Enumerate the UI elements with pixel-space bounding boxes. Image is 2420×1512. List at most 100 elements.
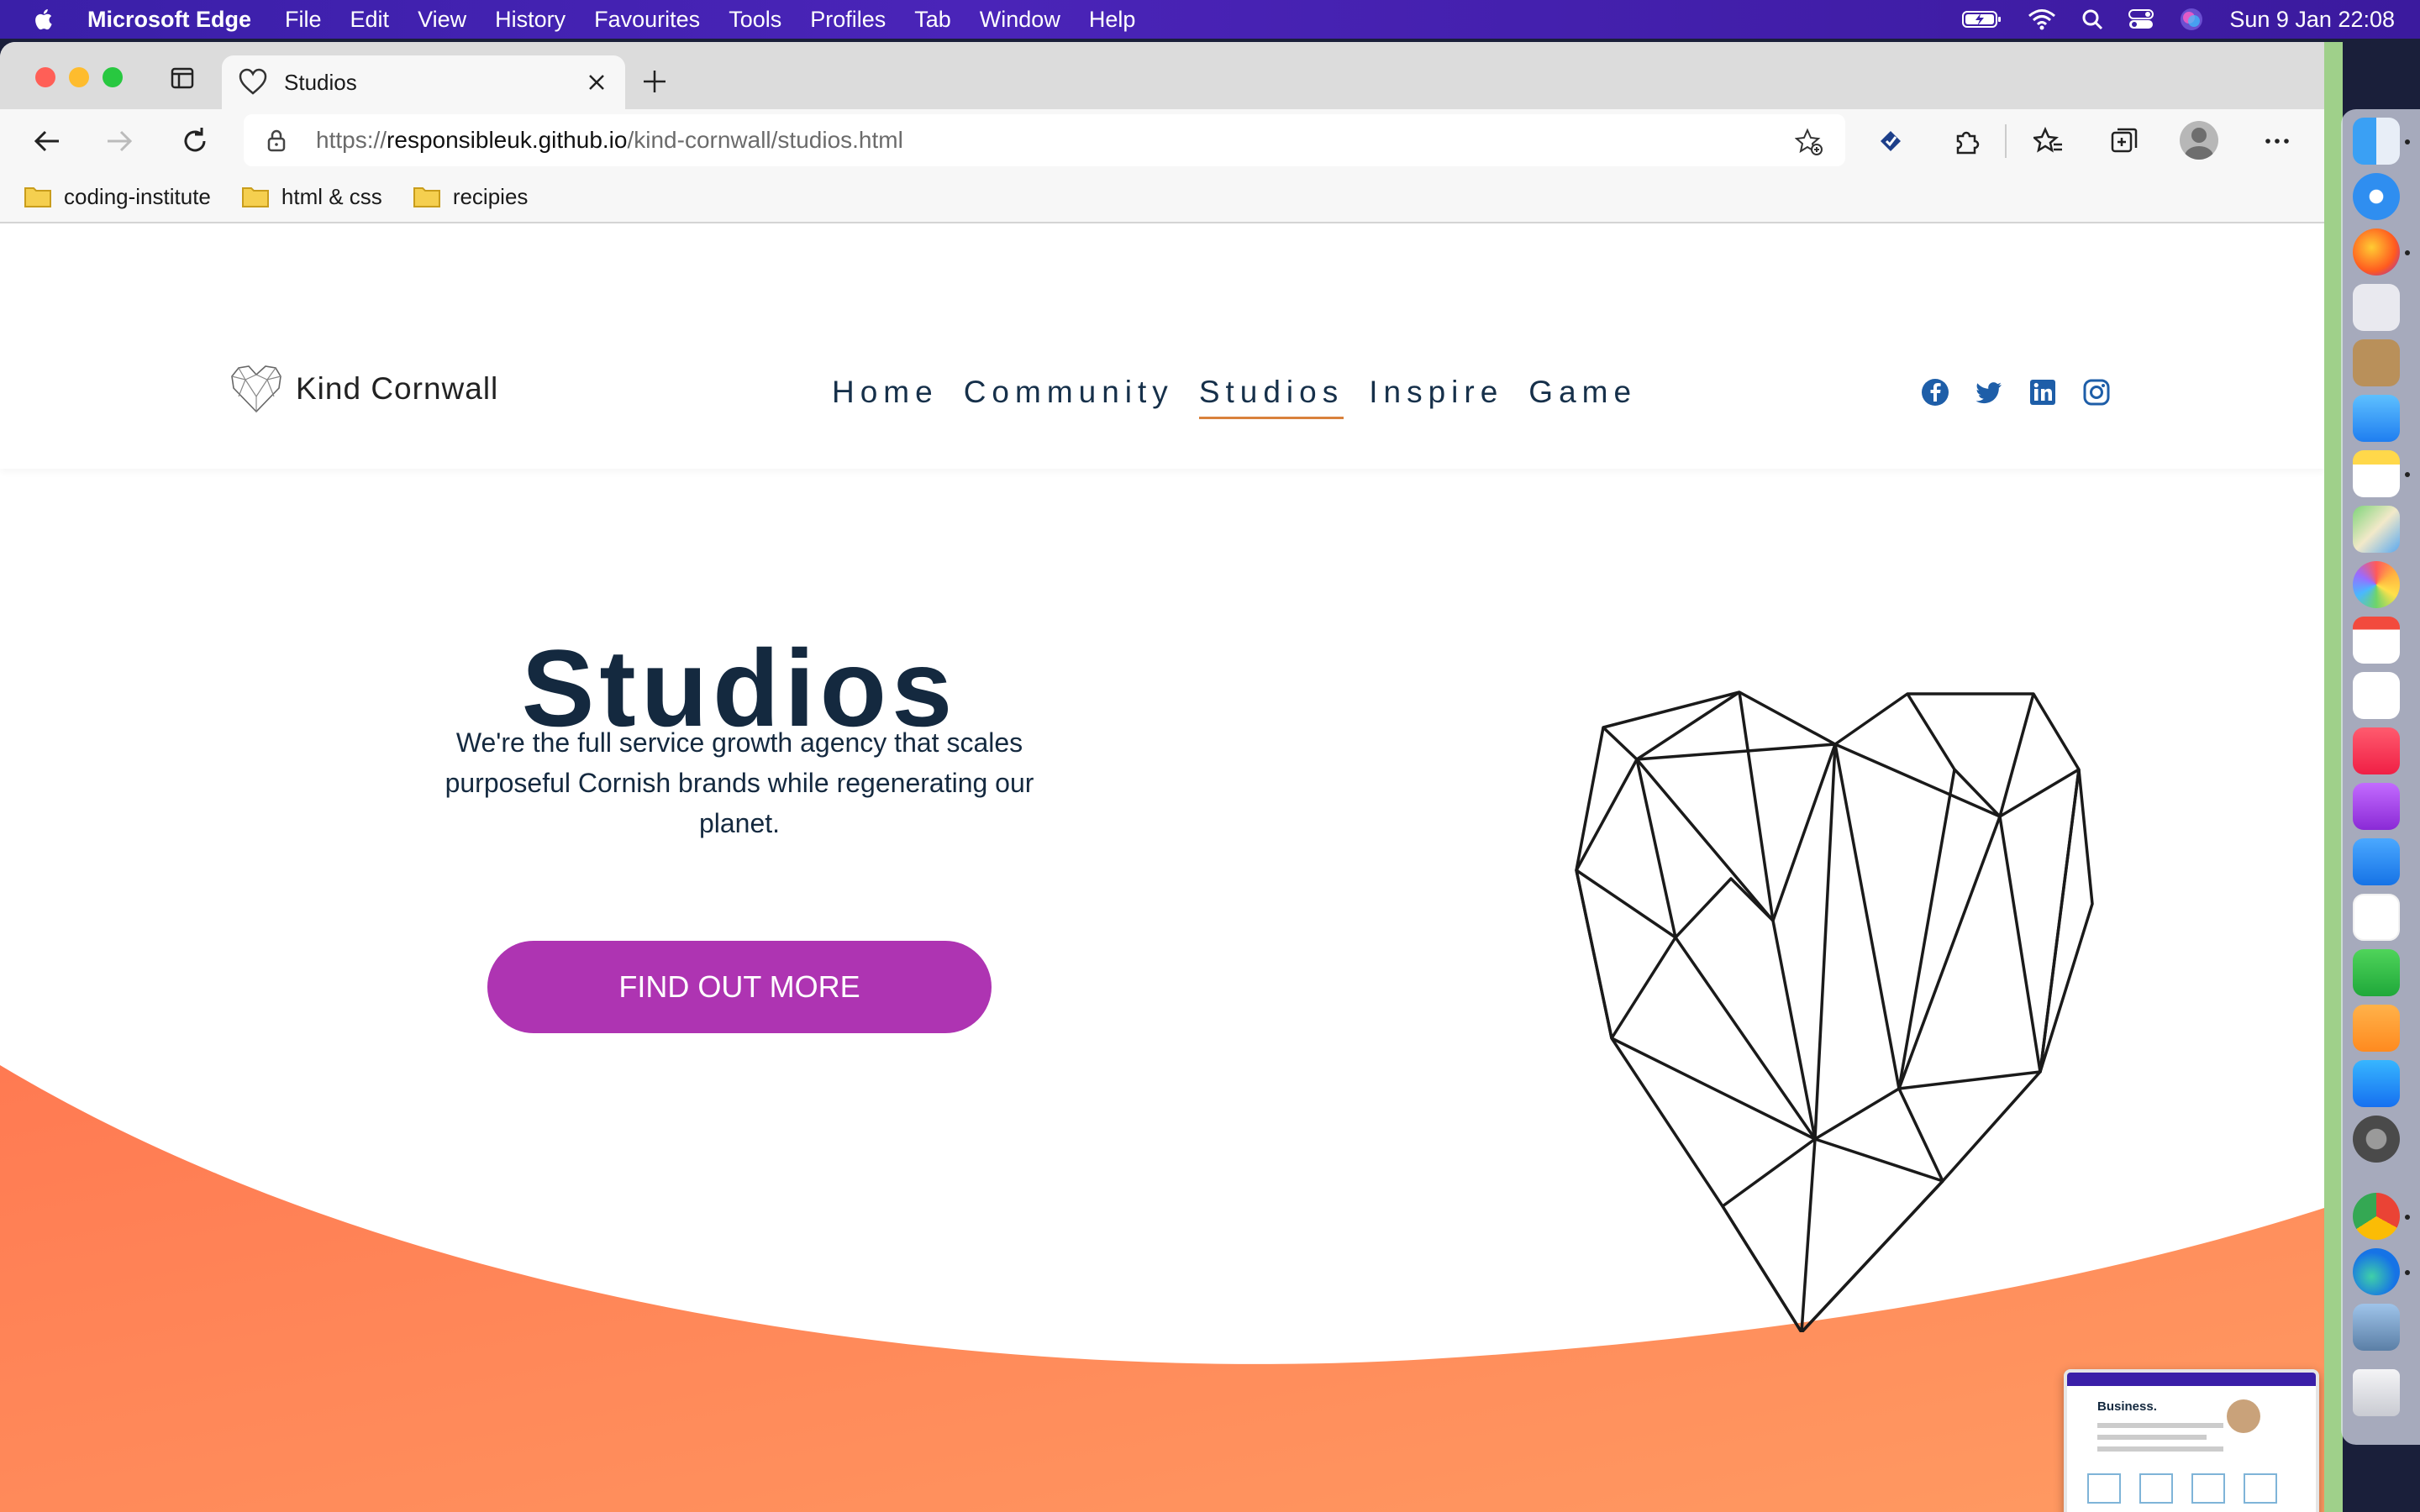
control-center-icon[interactable] — [2128, 8, 2154, 30]
close-tab-icon[interactable] — [585, 71, 608, 94]
news-icon[interactable] — [2353, 894, 2400, 941]
bookmark-label: coding-institute — [64, 183, 211, 209]
nav-studios[interactable]: Studios — [1198, 375, 1344, 419]
thumbnail-text-line — [2097, 1423, 2223, 1428]
browser-window: Studios https://responsibleuk.github.io/… — [0, 42, 2324, 1512]
find-out-more-button[interactable]: FIND OUT MORE — [487, 941, 992, 1033]
preview-icon[interactable] — [2353, 1304, 2400, 1351]
logo-text: Kind Cornwall — [296, 371, 499, 406]
background-window-edge — [2324, 42, 2343, 1512]
twitter-icon[interactable] — [1975, 378, 2003, 407]
numbers-icon[interactable] — [2353, 949, 2400, 996]
reload-icon[interactable] — [180, 126, 210, 156]
linkedin-icon[interactable] — [2028, 378, 2057, 407]
menu-history[interactable]: History — [495, 7, 566, 33]
menu-favourites[interactable]: Favourites — [594, 7, 700, 33]
running-indicator — [2405, 1215, 2410, 1220]
thumbnail-card — [2087, 1473, 2121, 1504]
system-preferences-icon[interactable] — [2353, 1116, 2400, 1163]
favourites-icon[interactable] — [2033, 126, 2064, 156]
folder-icon — [241, 187, 269, 207]
menu-window[interactable]: Window — [980, 7, 1060, 33]
geometric-heart-illustration — [1575, 690, 2094, 1332]
browser-toolbar: https://responsibleuk.github.io/kind-cor… — [0, 109, 2324, 171]
bookmark-label: recipies — [452, 183, 529, 209]
screenshot-thumbnail-preview[interactable]: Business. — [2064, 1369, 2319, 1512]
safari-icon[interactable] — [2353, 173, 2400, 220]
battery-icon[interactable] — [1962, 9, 2002, 29]
forward-arrow-icon[interactable] — [104, 126, 134, 156]
bookmark-label: html & css — [281, 183, 382, 209]
menu-view[interactable]: View — [418, 7, 466, 33]
photos-icon[interactable] — [2353, 561, 2400, 608]
finder-icon[interactable] — [2353, 118, 2400, 165]
extensions-puzzle-icon[interactable] — [1951, 126, 1981, 156]
siri-icon[interactable] — [2179, 7, 2204, 32]
keynote-icon[interactable] — [2353, 838, 2400, 885]
spotlight-search-icon[interactable] — [2081, 8, 2103, 30]
heart-favicon-icon — [239, 68, 267, 95]
url-text[interactable]: https://responsibleuk.github.io/kind-cor… — [316, 127, 903, 154]
site-logo[interactable]: Kind Cornwall — [229, 363, 498, 415]
menu-tools[interactable]: Tools — [729, 7, 781, 33]
window-close-button[interactable] — [35, 67, 55, 87]
menu-app-name[interactable]: Microsoft Edge — [87, 7, 251, 33]
heart-logo-icon — [231, 365, 281, 413]
firefox-icon[interactable] — [2353, 228, 2400, 276]
edge-icon[interactable] — [2353, 1248, 2400, 1295]
more-menu-icon[interactable] — [2262, 126, 2292, 156]
macos-dock — [2341, 109, 2420, 1445]
contacts-icon[interactable] — [2353, 339, 2400, 386]
tab-strip: Studios — [0, 42, 2324, 109]
menu-help[interactable]: Help — [1089, 7, 1136, 33]
music-icon[interactable] — [2353, 727, 2400, 774]
apple-icon[interactable] — [32, 7, 57, 32]
lock-icon[interactable] — [264, 128, 289, 153]
bookmark-folder-recipies[interactable]: recipies — [413, 183, 529, 210]
profile-avatar[interactable] — [2180, 121, 2218, 160]
instagram-icon[interactable] — [2082, 378, 2111, 407]
nav-home[interactable]: Home — [832, 375, 939, 419]
back-arrow-icon[interactable] — [32, 126, 62, 156]
folder-icon — [24, 187, 51, 207]
maps-icon[interactable] — [2353, 506, 2400, 553]
facebook-icon[interactable] — [1921, 378, 1949, 407]
calendar-icon[interactable] — [2353, 617, 2400, 664]
nav-inspire[interactable]: Inspire — [1369, 375, 1503, 419]
menu-profiles[interactable]: Profiles — [810, 7, 886, 33]
bookmarks-bar: coding-institute html & css recipies — [0, 171, 2324, 223]
tab-studios[interactable]: Studios — [222, 55, 625, 109]
pages-icon[interactable] — [2353, 1005, 2400, 1052]
menu-tab[interactable]: Tab — [914, 7, 951, 33]
nav-community[interactable]: Community — [964, 375, 1174, 419]
window-zoom-button[interactable] — [103, 67, 123, 87]
thumbnail-card — [2244, 1473, 2277, 1504]
social-links — [1921, 378, 2111, 407]
trash-icon[interactable] — [2353, 1369, 2400, 1416]
menubar-clock[interactable]: Sun 9 Jan 22:08 — [2229, 7, 2395, 33]
app-store-icon[interactable] — [2353, 1060, 2400, 1107]
launchpad-icon[interactable] — [2353, 284, 2400, 331]
hero-subtitle: We're the full service growth agency tha… — [445, 727, 1034, 838]
collections-icon[interactable] — [2109, 126, 2139, 156]
menubar-status-area: Sun 9 Jan 22:08 — [1962, 0, 2395, 39]
address-bar[interactable]: https://responsibleuk.github.io/kind-cor… — [244, 114, 1845, 166]
menu-edit[interactable]: Edit — [350, 7, 390, 33]
new-tab-plus-icon[interactable] — [640, 67, 669, 96]
mail-icon[interactable] — [2353, 395, 2400, 442]
thumbnail-card — [2139, 1473, 2173, 1504]
chrome-icon[interactable] — [2353, 1193, 2400, 1240]
window-minimize-button[interactable] — [69, 67, 89, 87]
notes-icon[interactable] — [2353, 450, 2400, 497]
bookmark-folder-coding-institute[interactable]: coding-institute — [24, 184, 211, 210]
add-favourite-star-icon[interactable] — [1795, 128, 1823, 156]
main-nav: Home Community Studios Inspire Game — [832, 375, 1662, 419]
menu-file[interactable]: File — [285, 7, 322, 33]
extension-diamond-icon[interactable] — [1876, 126, 1906, 156]
wifi-icon[interactable] — [2028, 8, 2056, 30]
nav-game[interactable]: Game — [1528, 375, 1637, 419]
bookmark-folder-html-css[interactable]: html & css — [241, 184, 382, 210]
reminders-icon[interactable] — [2353, 672, 2400, 719]
tab-actions-icon[interactable] — [170, 66, 195, 91]
podcasts-icon[interactable] — [2353, 783, 2400, 830]
